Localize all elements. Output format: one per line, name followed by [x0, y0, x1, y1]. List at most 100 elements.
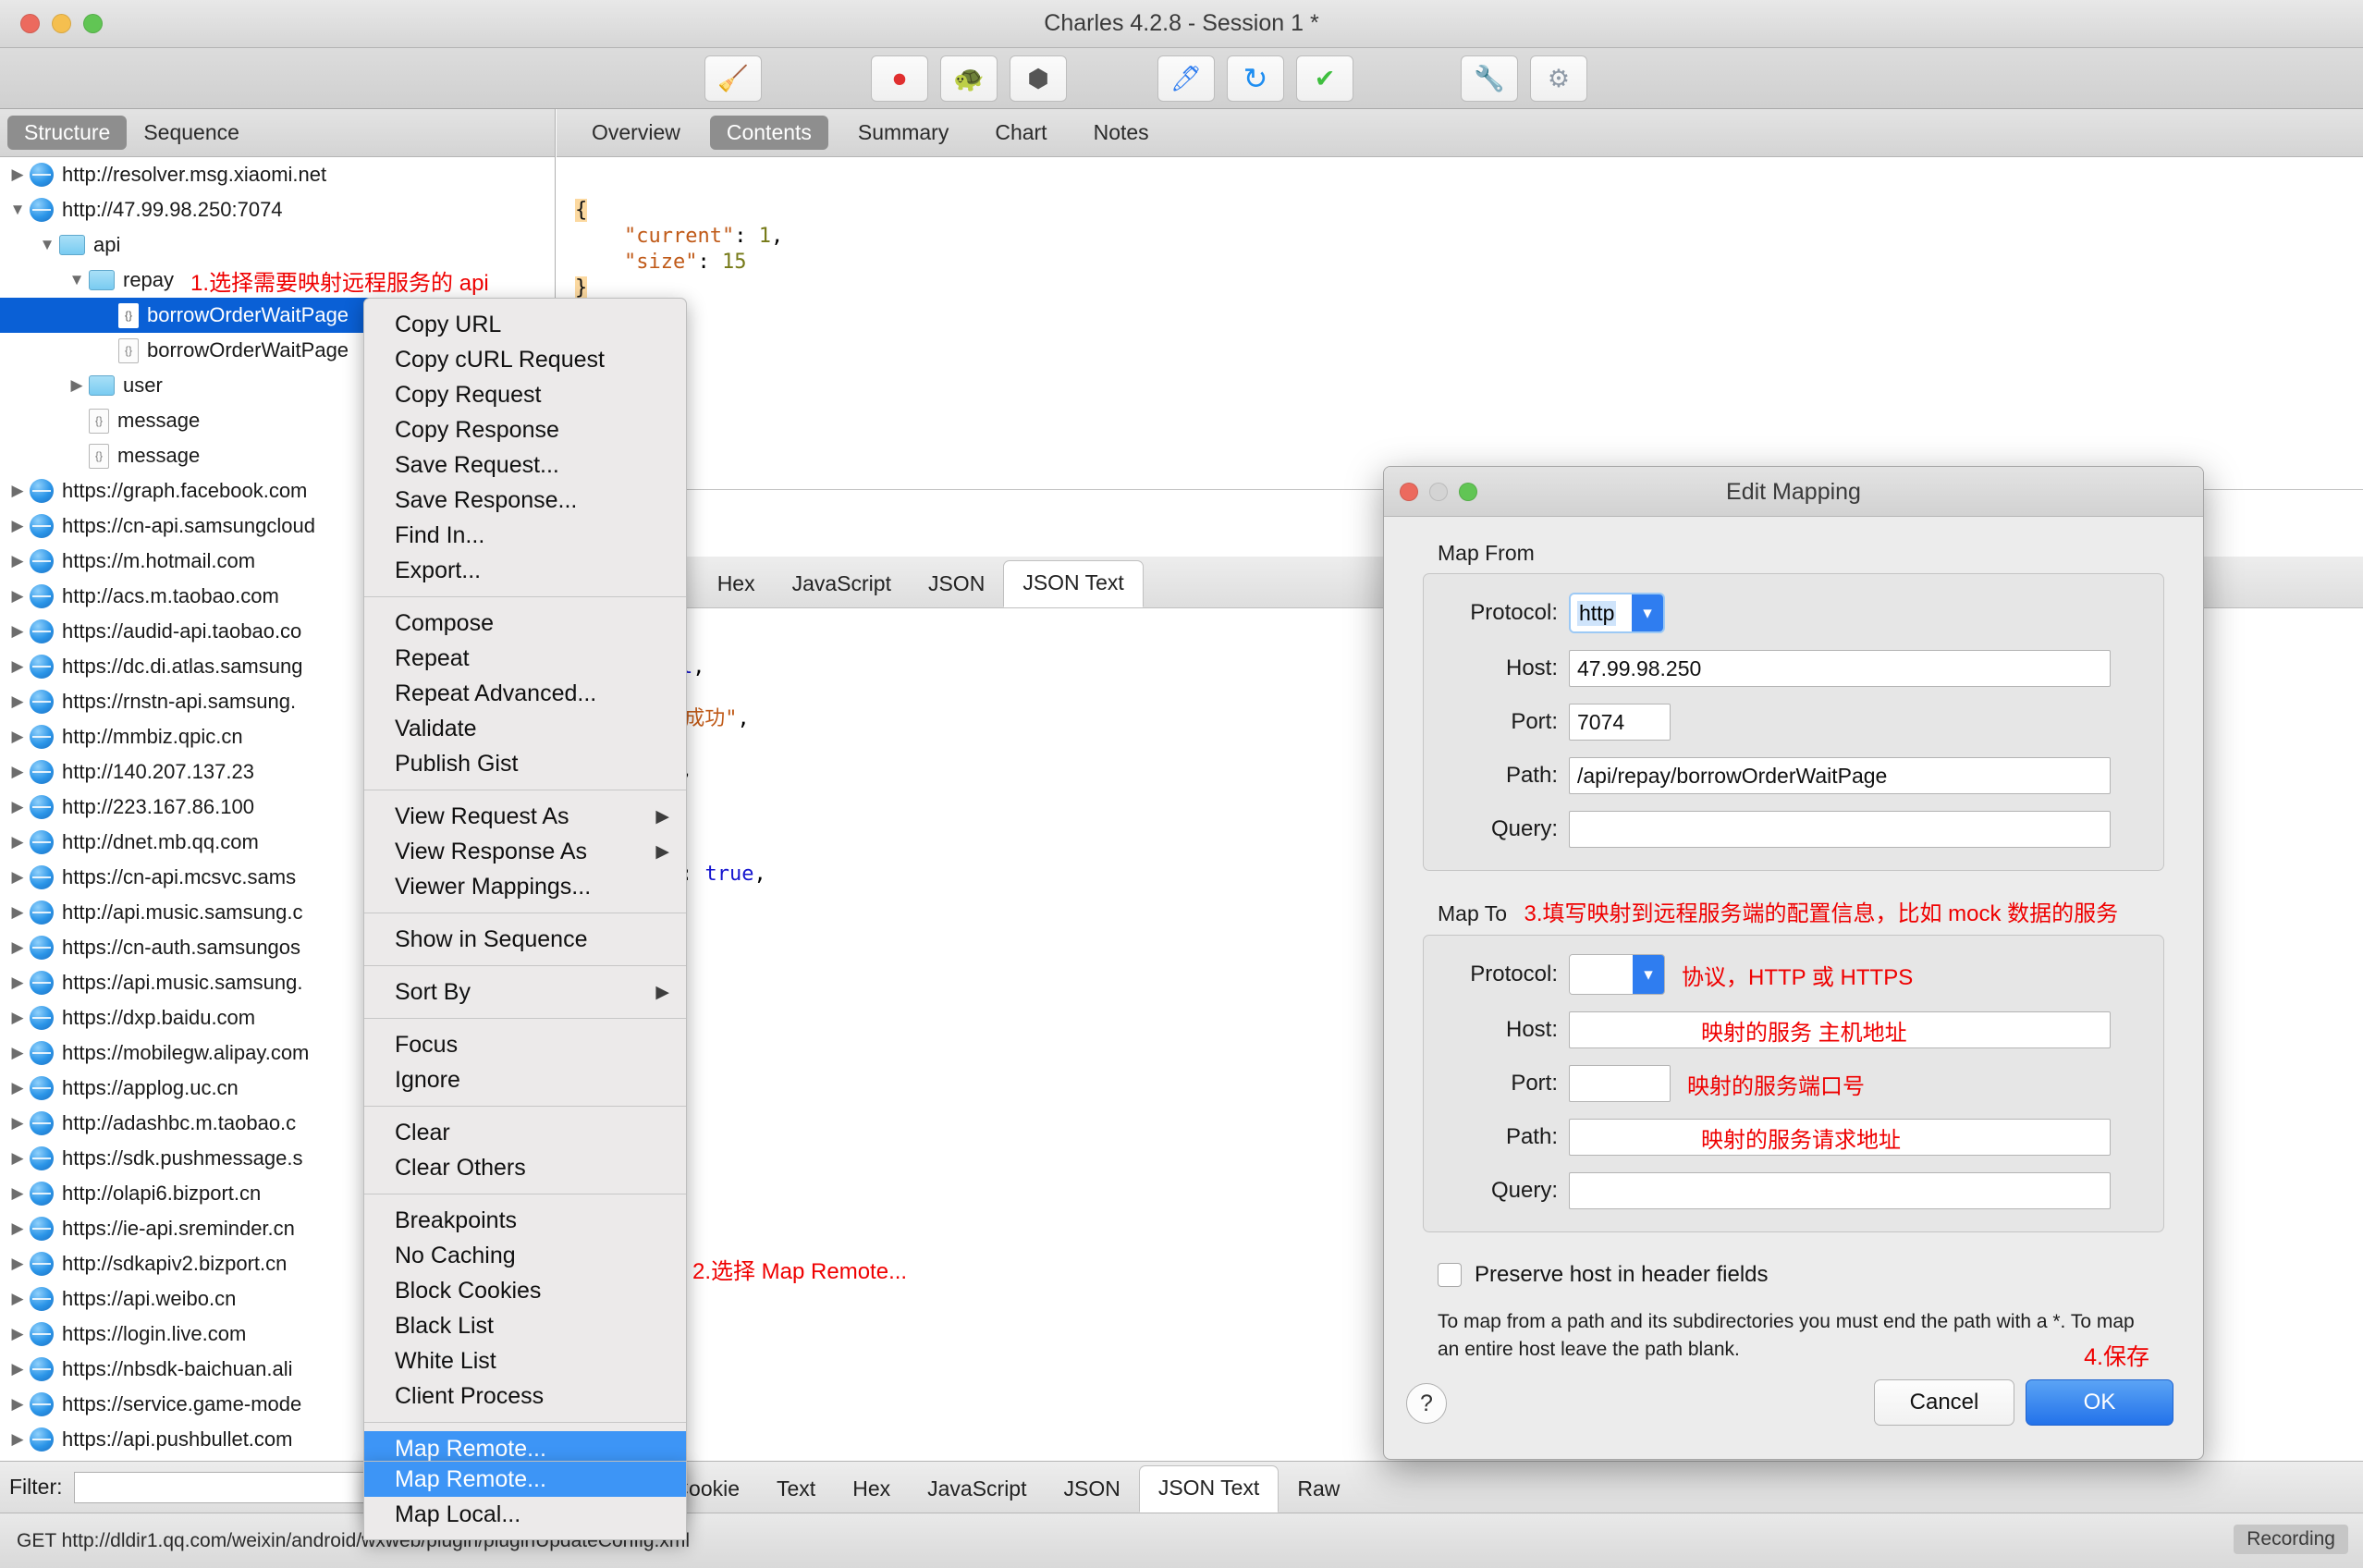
chevron-right-icon[interactable]: ▶ — [6, 974, 30, 992]
breakpoint-icon[interactable]: ⬢ — [1010, 55, 1067, 102]
chevron-right-icon[interactable]: ▶ — [6, 692, 30, 711]
chevron-right-icon[interactable]: ▶ — [6, 482, 30, 500]
chevron-down-icon-2[interactable]: ▾ — [1633, 955, 1664, 994]
menu-item-ignore[interactable]: Ignore — [364, 1062, 686, 1097]
menu-item-breakpoints[interactable]: Breakpoints — [364, 1203, 686, 1238]
menu-item-copy-curl-request[interactable]: Copy cURL Request — [364, 342, 686, 377]
chevron-right-icon[interactable]: ▶ — [6, 1044, 30, 1062]
chevron-right-icon[interactable]: ▶ — [6, 1325, 30, 1343]
map-from-port-input[interactable]: 7074 — [1569, 704, 1671, 741]
chevron-right-icon[interactable]: ▶ — [6, 1114, 30, 1133]
dialog-close-button[interactable] — [1400, 483, 1418, 501]
btab-text[interactable]: Text — [758, 1467, 834, 1513]
tree-row[interactable]: ▶ http://resolver.msg.xiaomi.net — [0, 157, 555, 192]
chevron-down-icon[interactable]: ▼ — [35, 236, 59, 254]
tab-json-text[interactable]: JSON Text — [1003, 560, 1144, 607]
tab-contents[interactable]: Contents — [709, 116, 828, 150]
chevron-right-icon[interactable]: ▶ — [6, 622, 30, 641]
chevron-right-icon[interactable]: ▶ — [6, 938, 30, 957]
context-menu[interactable]: Copy URL Copy cURL Request Copy Request Cop… — [363, 298, 907, 1511]
chevron-right-icon[interactable]: ▶ — [6, 1395, 30, 1414]
menu-item-viewer-mappings[interactable]: Viewer Mappings... — [364, 869, 686, 904]
menu-item-export[interactable]: Export... — [364, 553, 686, 588]
menu-item-no-caching[interactable]: No Caching — [364, 1238, 686, 1273]
bottom-context-menu[interactable]: Map Remote... Map Local... — [363, 1461, 687, 1540]
chevron-right-icon[interactable]: ▶ — [6, 1219, 30, 1238]
chevron-right-icon[interactable]: ▶ — [6, 165, 30, 184]
chevron-right-icon[interactable]: ▶ — [6, 1149, 30, 1168]
chevron-right-icon[interactable]: ▶ — [6, 1255, 30, 1273]
menu-item-clear[interactable]: Clear — [364, 1115, 686, 1150]
btab-javascript[interactable]: JavaScript — [909, 1467, 1045, 1513]
tab-json[interactable]: JSON — [910, 562, 1003, 607]
request-body-viewer[interactable]: { "current": 1, "size": 15 } — [557, 157, 2363, 490]
chevron-down-icon[interactable]: ▾ — [1632, 594, 1663, 631]
menu-item-focus[interactable]: Focus — [364, 1027, 686, 1062]
repeat-icon[interactable]: ↻ — [1227, 55, 1284, 102]
tab-sequence[interactable]: Sequence — [127, 116, 256, 150]
validate-icon[interactable]: ✔ — [1296, 55, 1353, 102]
tools-icon[interactable]: 🔧 — [1461, 55, 1518, 102]
tab-hex[interactable]: Hex — [699, 562, 774, 607]
map-to-protocol-select[interactable]: ▾ — [1569, 954, 1665, 995]
menu-item-repeat-advanced[interactable]: Repeat Advanced... — [364, 676, 686, 711]
clear-icon[interactable]: 🧹 — [704, 55, 762, 102]
chevron-right-icon[interactable]: ▶ — [6, 868, 30, 887]
menu-item-client-process[interactable]: Client Process — [364, 1378, 686, 1414]
tree-row[interactable]: ▼ http://47.99.98.250:7074 — [0, 192, 555, 227]
menu-item-copy-request[interactable]: Copy Request — [364, 377, 686, 412]
chevron-right-icon[interactable]: ▶ — [6, 1009, 30, 1027]
chevron-right-icon[interactable]: ▶ — [6, 657, 30, 676]
btab-raw[interactable]: Raw — [1279, 1467, 1358, 1513]
chevron-down-icon[interactable]: ▼ — [65, 271, 89, 289]
menu-item-save-response[interactable]: Save Response... — [364, 483, 686, 518]
chevron-right-icon[interactable]: ▶ — [6, 903, 30, 922]
menu-item-view-response-as[interactable]: View Response As ▶ — [364, 834, 686, 869]
chevron-right-icon[interactable]: ▶ — [6, 1184, 30, 1203]
dialog-window-controls[interactable] — [1400, 483, 1477, 501]
menu-item-copy-url[interactable]: Copy URL — [364, 307, 686, 342]
bottom-menu-item-map-local[interactable]: Map Local... — [364, 1497, 686, 1532]
chevron-right-icon[interactable]: ▶ — [6, 763, 30, 781]
help-icon[interactable]: ? — [1406, 1383, 1447, 1424]
tab-notes[interactable]: Notes — [1077, 116, 1166, 150]
chevron-right-icon[interactable]: ▶ — [6, 833, 30, 851]
btab-hex[interactable]: Hex — [834, 1467, 909, 1513]
map-from-protocol-select[interactable]: http ▾ — [1569, 593, 1665, 633]
bottom-menu-item-map-remote[interactable]: Map Remote... — [364, 1462, 686, 1497]
menu-item-sort-by[interactable]: Sort By ▶ — [364, 974, 686, 1010]
menu-item-copy-response[interactable]: Copy Response — [364, 412, 686, 447]
map-to-port-input[interactable] — [1569, 1065, 1671, 1102]
menu-item-black-list[interactable]: Black List — [364, 1308, 686, 1343]
chevron-right-icon[interactable]: ▶ — [6, 1430, 30, 1449]
map-from-path-input[interactable]: /api/repay/borrowOrderWaitPage — [1569, 757, 2111, 794]
chevron-right-icon[interactable]: ▶ — [6, 1360, 30, 1378]
btab-json[interactable]: JSON — [1045, 1467, 1138, 1513]
tab-javascript[interactable]: JavaScript — [774, 562, 910, 607]
chevron-right-icon[interactable]: ▶ — [6, 552, 30, 570]
map-to-query-input[interactable] — [1569, 1172, 2111, 1209]
chevron-right-icon[interactable]: ▶ — [6, 1290, 30, 1308]
settings-icon[interactable]: ⚙ — [1530, 55, 1587, 102]
menu-item-compose[interactable]: Compose — [364, 606, 686, 641]
tree-row[interactable]: ▼ repay 1.选择需要映射远程服务的 api — [0, 263, 555, 298]
menu-item-show-in-sequence[interactable]: Show in Sequence — [364, 922, 686, 957]
menu-item-find-in[interactable]: Find In... — [364, 518, 686, 553]
preserve-host-checkbox[interactable] — [1438, 1263, 1462, 1287]
cancel-button[interactable]: Cancel — [1874, 1379, 2014, 1426]
menu-item-save-request[interactable]: Save Request... — [364, 447, 686, 483]
map-to-path-input[interactable] — [1569, 1119, 2111, 1156]
tab-overview[interactable]: Overview — [575, 116, 697, 150]
menu-item-clear-others[interactable]: Clear Others — [364, 1150, 686, 1185]
dialog-zoom-button[interactable] — [1459, 483, 1477, 501]
record-icon[interactable]: ⏺ — [871, 55, 928, 102]
throttle-icon[interactable]: 🐢 — [940, 55, 998, 102]
chevron-down-icon[interactable]: ▼ — [6, 201, 30, 219]
map-from-query-input[interactable] — [1569, 811, 2111, 848]
preserve-host-row[interactable]: Preserve host in header fields — [1438, 1262, 2203, 1288]
chevron-right-icon[interactable]: ▶ — [65, 376, 89, 395]
menu-item-repeat[interactable]: Repeat — [364, 641, 686, 676]
map-to-host-input[interactable] — [1569, 1011, 2111, 1048]
compose-icon[interactable]: 🖊 — [1157, 55, 1215, 102]
chevron-right-icon[interactable]: ▶ — [6, 728, 30, 746]
